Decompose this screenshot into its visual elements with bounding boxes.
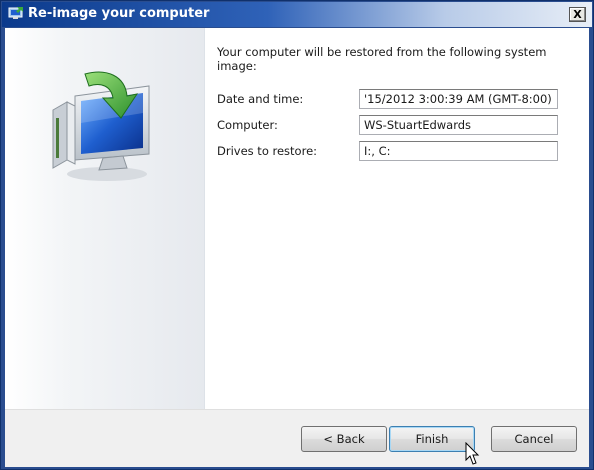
title-bar[interactable]: Re-image your computer X xyxy=(2,2,592,27)
cancel-button[interactable]: Cancel xyxy=(491,426,577,452)
drives-field[interactable]: I:, C: xyxy=(359,141,558,161)
intro-text: Your computer will be restored from the … xyxy=(217,45,547,73)
button-bar: < Back Finish Cancel xyxy=(5,409,589,467)
window-title: Re-image your computer xyxy=(28,6,210,21)
computer-restore-arrow-icon xyxy=(52,71,150,181)
close-icon: X xyxy=(573,8,582,21)
reimage-dialog: Re-image your computer X Your computer w… xyxy=(0,0,594,470)
close-button[interactable]: X xyxy=(569,7,586,22)
back-button[interactable]: < Back xyxy=(301,426,387,452)
computer-label: Computer: xyxy=(217,118,278,132)
date-time-field[interactable]: '15/2012 3:00:39 AM (GMT-8:00) xyxy=(359,89,558,109)
computer-restore-icon xyxy=(8,7,23,19)
drives-label: Drives to restore: xyxy=(217,144,318,158)
restore-details: Your computer will be restored from the … xyxy=(217,45,558,161)
dialog-client-area: Your computer will be restored from the … xyxy=(5,28,589,467)
illustration-panel xyxy=(5,28,205,409)
date-time-label: Date and time: xyxy=(217,92,304,106)
mouse-pointer-icon xyxy=(465,442,480,465)
computer-field[interactable]: WS-StuartEdwards xyxy=(359,115,558,135)
